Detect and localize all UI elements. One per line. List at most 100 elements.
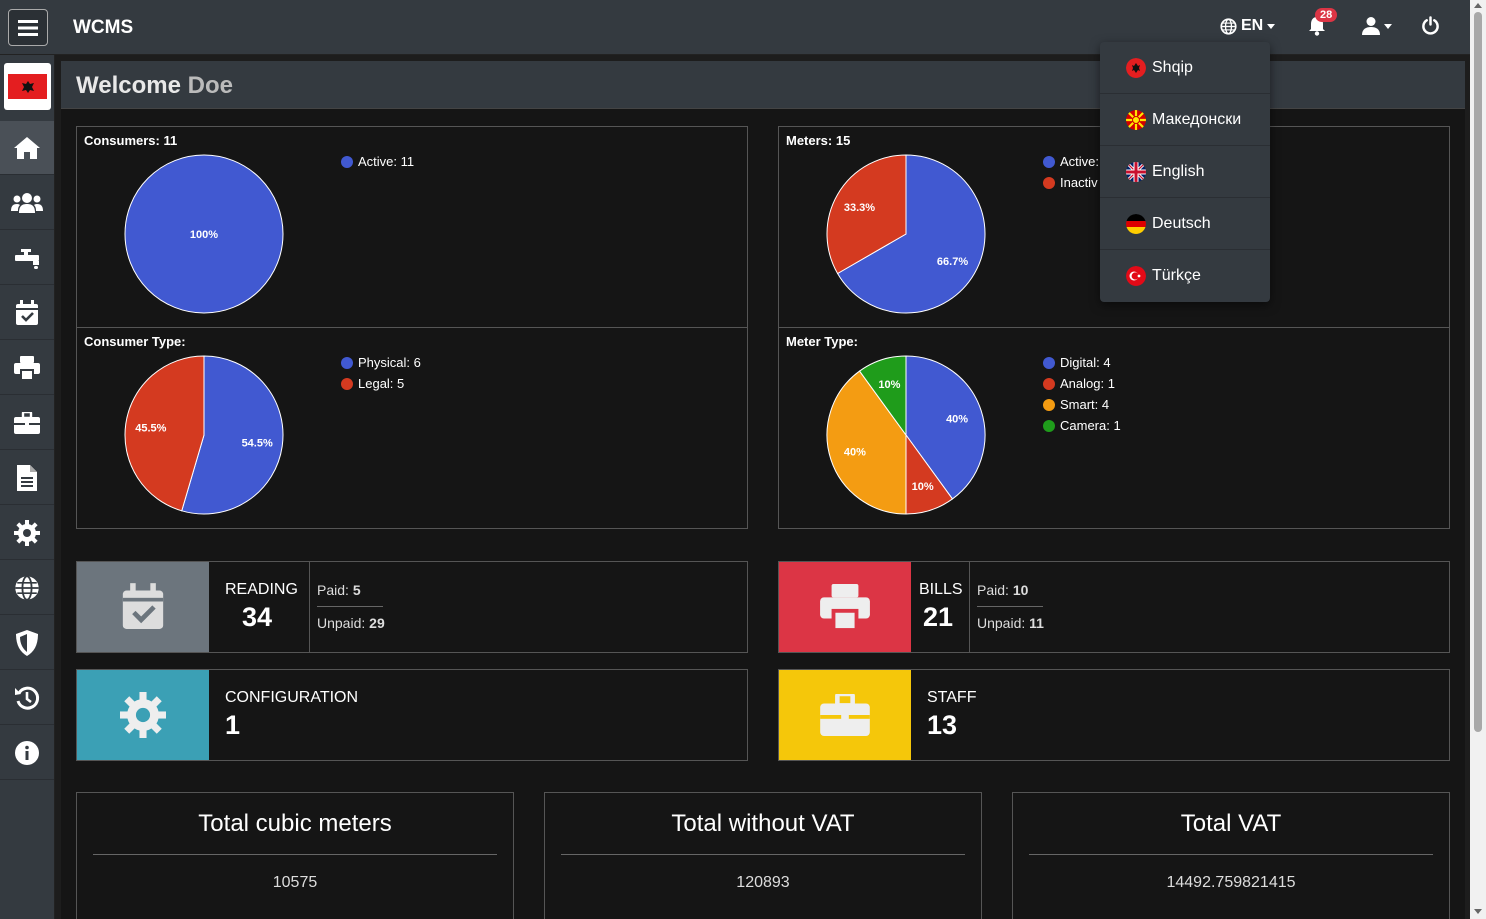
language-option-deutsch[interactable]: Deutsch bbox=[1100, 198, 1270, 250]
language-option-label: Македонски bbox=[1152, 110, 1242, 128]
meter-type-pie-chart: 40% 10% 40% 10% bbox=[826, 355, 986, 515]
staff-stat-card[interactable]: STAFF 13 bbox=[778, 669, 1450, 761]
unpaid-label: Unpaid: bbox=[317, 615, 366, 631]
language-option-label: Shqip bbox=[1152, 58, 1193, 76]
sidebar-item-bills[interactable] bbox=[0, 341, 54, 395]
divider bbox=[93, 854, 497, 855]
meter-type-chart-panel: Meter Type: 40% 10% 40% 10% Digital: 4 Analo… bbox=[778, 327, 1450, 529]
sidebar-item-home[interactable] bbox=[0, 121, 54, 175]
language-option-makedonski[interactable]: Македонски bbox=[1100, 94, 1270, 146]
hamburger-icon bbox=[18, 19, 38, 36]
scroll-down-arrow-icon[interactable] bbox=[1474, 909, 1482, 914]
stat-value: 34 bbox=[242, 602, 273, 632]
legend-swatch bbox=[1043, 377, 1055, 390]
language-option-label: Deutsch bbox=[1152, 214, 1211, 232]
stat-value: 13 bbox=[927, 710, 958, 740]
chevron-down-icon bbox=[1384, 23, 1392, 29]
total-value: 120893 bbox=[736, 874, 790, 891]
sidebar-item-consumers[interactable] bbox=[0, 176, 54, 230]
legend-label: Legal: 5 bbox=[358, 376, 405, 391]
calendar-check-icon bbox=[122, 583, 164, 629]
sidebar-item-security[interactable] bbox=[0, 616, 54, 670]
sidebar bbox=[0, 55, 55, 919]
language-option-shqip[interactable]: Shqip bbox=[1100, 42, 1270, 94]
legend-item[interactable]: Digital: 4 bbox=[1043, 352, 1121, 373]
chart-title: Consumer Type: bbox=[84, 334, 186, 349]
bills-icon-box bbox=[779, 562, 911, 652]
chevron-down-icon bbox=[1267, 23, 1276, 29]
language-toggle[interactable]: EN bbox=[1220, 17, 1276, 35]
consumers-chart-panel: Consumers: 11 100% Active: 11 bbox=[76, 126, 748, 328]
paid-value: 10 bbox=[1012, 582, 1029, 598]
scroll-thumb[interactable] bbox=[1474, 12, 1482, 732]
legend-item[interactable]: Smart: 4 bbox=[1043, 394, 1121, 415]
total-value: 14492.759821415 bbox=[1166, 874, 1296, 891]
page-scrollbar[interactable] bbox=[1470, 0, 1486, 919]
paid-count: Paid: 10 bbox=[977, 582, 1028, 598]
power-icon bbox=[1422, 16, 1439, 35]
welcome-user-name: Doe bbox=[187, 72, 233, 99]
brand-title[interactable]: WCMS bbox=[73, 17, 133, 39]
total-title: Total cubic meters bbox=[198, 810, 392, 837]
chart-legend: Physical: 6 Legal: 5 bbox=[341, 352, 421, 394]
legend-label: Digital: 4 bbox=[1060, 355, 1111, 370]
language-option-english[interactable]: English bbox=[1100, 146, 1270, 198]
legend-item[interactable]: Analog: 1 bbox=[1043, 373, 1121, 394]
legend-item[interactable]: Active: 11 bbox=[341, 151, 414, 172]
pie-slice-label: 54.5% bbox=[242, 438, 273, 450]
legend-label: Active: 11 bbox=[358, 154, 415, 169]
country-flag[interactable] bbox=[4, 63, 51, 110]
reading-icon-box bbox=[77, 562, 209, 652]
germany-flag-icon bbox=[1126, 213, 1146, 234]
legend-item[interactable]: Camera: 1 bbox=[1043, 415, 1121, 436]
meters-pie-chart: 66.7% 33.3% bbox=[826, 154, 986, 314]
bills-stat-card[interactable]: BILLS 21 Paid: 10 Unpaid: 11 bbox=[778, 561, 1450, 653]
turkey-flag-icon bbox=[1126, 266, 1146, 286]
language-dropdown-menu: Shqip Македонски English Deutsch Türkçe bbox=[1100, 42, 1270, 302]
legend-item[interactable]: Physical: 6 bbox=[341, 352, 421, 373]
total-title: Total VAT bbox=[1180, 810, 1282, 837]
briefcase-icon bbox=[820, 694, 870, 736]
sidebar-item-meters[interactable] bbox=[0, 231, 54, 285]
chart-title: Consumers: 11 bbox=[84, 133, 178, 148]
unpaid-count: Unpaid: 29 bbox=[317, 615, 385, 631]
divider bbox=[317, 606, 383, 607]
chart-legend: Active: 11 bbox=[341, 151, 414, 172]
sidebar-item-configuration[interactable] bbox=[0, 506, 54, 560]
logout-button[interactable] bbox=[1421, 16, 1440, 40]
stat-value: 1 bbox=[225, 710, 241, 740]
divider bbox=[1029, 854, 1433, 855]
sidebar-item-info[interactable] bbox=[0, 726, 54, 780]
legend-swatch bbox=[1043, 356, 1055, 369]
menu-toggle-button[interactable] bbox=[8, 9, 48, 46]
sidebar-item-readings[interactable] bbox=[0, 286, 54, 340]
legend-item[interactable]: Active: bbox=[1043, 151, 1099, 172]
legend-label: Inactiv bbox=[1060, 175, 1098, 190]
sidebar-item-staff[interactable] bbox=[0, 396, 54, 450]
staff-icon-box bbox=[779, 670, 911, 760]
legend-item[interactable]: Legal: 5 bbox=[341, 373, 421, 394]
albania-flag-icon bbox=[1126, 57, 1146, 78]
language-code: EN bbox=[1241, 17, 1264, 34]
reading-stat-card[interactable]: READING 34 Paid: 5 Unpaid: 29 bbox=[76, 561, 748, 653]
welcome-prefix: Welcome bbox=[76, 72, 181, 99]
paid-count: Paid: 5 bbox=[317, 582, 361, 598]
language-option-label: Türkçe bbox=[1152, 267, 1201, 284]
sidebar-item-documents[interactable] bbox=[0, 451, 54, 505]
legend-swatch bbox=[1043, 419, 1055, 432]
sidebar-item-history[interactable] bbox=[0, 671, 54, 725]
sidebar-item-languages[interactable] bbox=[0, 561, 54, 615]
language-option-turkce[interactable]: Türkçe bbox=[1100, 250, 1270, 302]
configuration-stat-card[interactable]: CONFIGURATION 1 bbox=[76, 669, 748, 761]
user-menu-button[interactable] bbox=[1362, 16, 1392, 36]
chart-title: Meter Type: bbox=[786, 334, 858, 349]
faucet-icon bbox=[15, 248, 39, 269]
unpaid-label: Unpaid: bbox=[977, 615, 1026, 631]
gear-icon bbox=[14, 519, 40, 546]
pie-slice-label: 100% bbox=[190, 229, 218, 241]
unpaid-count: Unpaid: 11 bbox=[977, 615, 1044, 631]
legend-item[interactable]: Inactiv bbox=[1043, 172, 1099, 193]
legend-swatch bbox=[1043, 176, 1055, 189]
scroll-up-arrow-icon[interactable] bbox=[1474, 3, 1482, 8]
globe-icon bbox=[15, 574, 39, 601]
